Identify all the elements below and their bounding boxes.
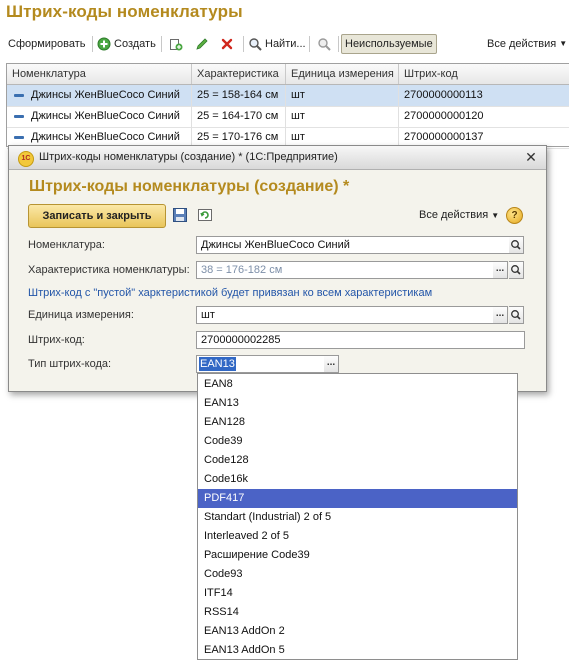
dialog-heading: Штрих-коды номенклатуры (создание) * xyxy=(29,178,350,195)
barcode-label: Штрих-код: xyxy=(28,334,85,346)
search-icon xyxy=(511,265,521,275)
edit-button[interactable] xyxy=(195,34,209,54)
characteristic-select-button[interactable]: ... xyxy=(493,261,508,279)
nomenclature-search-button[interactable] xyxy=(509,236,524,254)
dropdown-option[interactable]: Code93 xyxy=(198,565,517,584)
dropdown-option[interactable]: Code39 xyxy=(198,432,517,451)
barcode-type-label: Тип штрих-кода: xyxy=(28,358,112,370)
dropdown-option-highlighted[interactable]: PDF417 xyxy=(198,489,517,508)
dialog-titlebar[interactable]: 1С Штрих-коды номенклатуры (создание) * … xyxy=(9,146,546,170)
page-title: Штрих-коды номенклатуры xyxy=(6,2,243,21)
all-actions-label: Все действия xyxy=(487,38,557,50)
dropdown-option[interactable]: EAN128 xyxy=(198,413,517,432)
unit-label: Единица измерения: xyxy=(28,309,134,321)
table-cell: 2700000000113 xyxy=(404,89,483,101)
table-header: Номенклатура Характеристика Единица изме… xyxy=(7,64,569,85)
dropdown-option[interactable]: EAN13 AddOn 5 xyxy=(198,641,517,660)
dropdown-option[interactable]: Interleaved 2 of 5 xyxy=(198,527,517,546)
dialog-window-title: Штрих-коды номенклатуры (создание) * (1С… xyxy=(39,151,338,163)
table-cell: Джинсы ЖенBlueCoco Синий xyxy=(26,85,192,106)
table-row[interactable]: Джинсы ЖенBlueCoco Синий 25 = 164-170 см… xyxy=(7,106,569,128)
refresh-icon[interactable] xyxy=(197,207,213,223)
dropdown-option[interactable]: EAN8 xyxy=(198,375,517,394)
search-icon xyxy=(511,240,521,250)
barcode-type-field[interactable]: EAN13 xyxy=(196,355,325,373)
toolbar-divider xyxy=(243,36,244,52)
unused-toggle-button[interactable]: Неиспользуемые xyxy=(341,34,437,54)
unit-select-button[interactable]: ... xyxy=(493,306,508,324)
barcode-field[interactable]: 2700000002285 xyxy=(196,331,525,349)
empty-characteristic-note: Штрих-код с "пустой" харктеристикой буде… xyxy=(28,287,433,299)
row-item-icon xyxy=(14,94,24,97)
barcode-type-dropdown: EAN8 EAN13 EAN128 Code39 Code128 Code16k… xyxy=(197,373,518,660)
unused-label: Неиспользуемые xyxy=(345,38,433,50)
dropdown-option[interactable]: Расширение Code39 xyxy=(198,546,517,565)
dropdown-option[interactable]: Code16k xyxy=(198,470,517,489)
toolbar-divider xyxy=(92,36,93,52)
table-cell: 25 = 164-170 см xyxy=(192,106,286,127)
table-cell: 25 = 158-164 см xyxy=(192,85,286,106)
dropdown-option[interactable]: RSS14 xyxy=(198,603,517,622)
barcode-type-value: EAN13 xyxy=(199,357,236,371)
search-cancel-icon xyxy=(318,38,331,51)
dropdown-option[interactable]: Standart (Industrial) 2 of 5 xyxy=(198,508,517,527)
dropdown-option[interactable]: EAN13 xyxy=(198,394,517,413)
barcodes-table: Номенклатура Характеристика Единица изме… xyxy=(6,63,569,149)
toolbar-divider xyxy=(309,36,310,52)
row-item-icon xyxy=(14,115,24,118)
nomenclature-label: Номенклатура: xyxy=(28,239,105,251)
delete-x-icon xyxy=(221,38,233,50)
search-icon xyxy=(511,310,521,320)
delete-button[interactable] xyxy=(220,34,234,54)
save-disk-icon[interactable] xyxy=(172,207,188,223)
barcode-type-dropdown-button[interactable]: ... xyxy=(324,355,339,373)
characteristic-label: Характеристика номенклатуры: xyxy=(28,264,190,276)
column-header[interactable]: Единица измерения xyxy=(286,64,399,84)
table-cell: шт xyxy=(286,85,399,106)
unit-field[interactable]: шт xyxy=(196,306,494,324)
generate-button[interactable]: Сформировать xyxy=(8,34,86,54)
all-actions-menu[interactable]: Все действия ▼ xyxy=(487,34,567,54)
nomenclature-field[interactable]: Джинсы ЖенBlueCoco Синий xyxy=(196,236,510,254)
main-toolbar: Сформировать Создать Найти... Неиспользу… xyxy=(0,30,569,58)
generate-label: Сформировать xyxy=(8,38,86,50)
find-label: Найти... xyxy=(265,38,306,50)
column-header[interactable]: Штрих-код xyxy=(399,64,569,84)
copy-button[interactable] xyxy=(169,34,183,54)
column-header[interactable]: Характеристика xyxy=(192,64,286,84)
cancel-search-button[interactable] xyxy=(317,34,331,54)
dropdown-option[interactable]: Code128 xyxy=(198,451,517,470)
toolbar-divider xyxy=(161,36,162,52)
help-icon[interactable]: ? xyxy=(506,207,523,224)
row-item-icon xyxy=(14,136,24,139)
dropdown-option[interactable]: ITF14 xyxy=(198,584,517,603)
1c-logo-icon: 1С xyxy=(18,151,34,167)
dialog-all-actions-menu[interactable]: Все действия ▼ xyxy=(419,209,499,221)
save-and-close-button[interactable]: Записать и закрыть xyxy=(28,204,166,228)
table-row[interactable]: Джинсы ЖенBlueCoco Синий 25 = 158-164 см… xyxy=(7,85,569,107)
create-button[interactable]: Создать xyxy=(97,34,156,54)
characteristic-search-button[interactable] xyxy=(509,261,524,279)
dropdown-option[interactable]: EAN13 AddOn 2 xyxy=(198,622,517,641)
toolbar-divider xyxy=(338,36,339,52)
column-header[interactable]: Номенклатура xyxy=(7,64,192,84)
characteristic-field[interactable]: 38 = 176-182 см xyxy=(196,261,494,279)
create-label: Создать xyxy=(114,38,156,50)
find-button[interactable]: Найти... xyxy=(248,34,306,54)
table-cell: 2700000000120 xyxy=(404,110,484,122)
close-icon[interactable]: ✕ xyxy=(523,149,539,165)
copy-add-icon xyxy=(170,39,183,51)
chevron-down-icon: ▼ xyxy=(491,211,500,220)
table-cell: Джинсы ЖенBlueCoco Синий xyxy=(26,106,192,127)
create-barcode-dialog: 1С Штрих-коды номенклатуры (создание) * … xyxy=(8,145,547,392)
chevron-down-icon: ▼ xyxy=(559,39,568,48)
unit-search-button[interactable] xyxy=(509,306,524,324)
dialog-all-actions-label: Все действия xyxy=(419,209,489,221)
table-cell: шт xyxy=(286,106,399,127)
plus-circle-icon xyxy=(97,37,111,51)
search-icon xyxy=(249,38,262,51)
pencil-icon xyxy=(196,38,208,50)
